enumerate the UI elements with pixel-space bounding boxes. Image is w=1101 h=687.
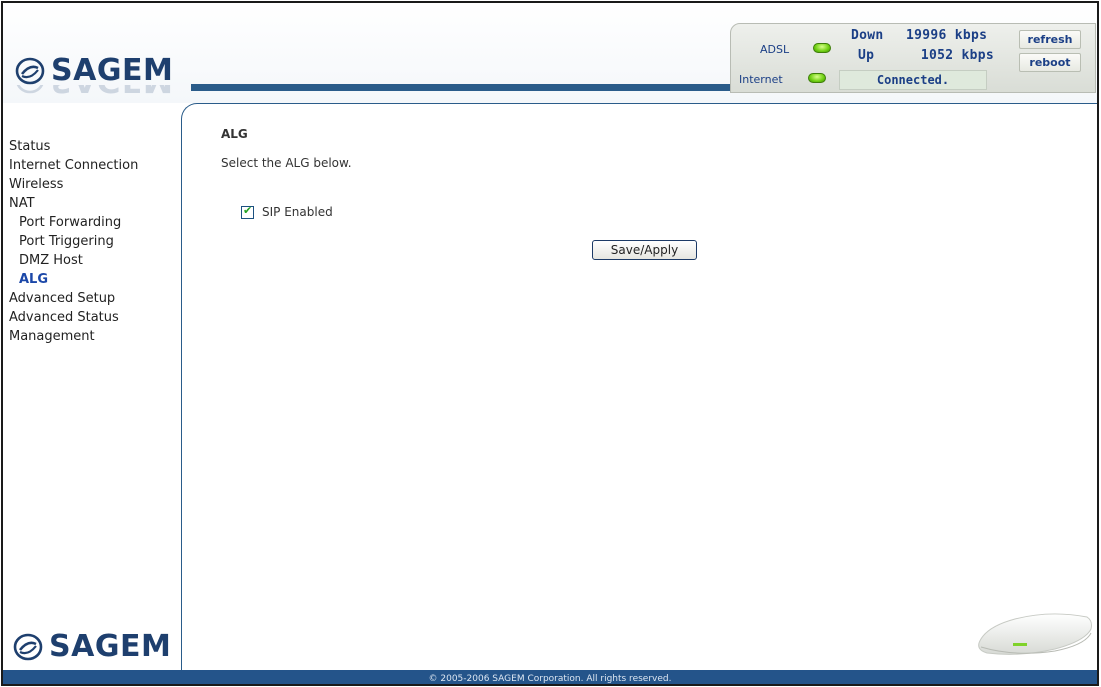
- reboot-button[interactable]: reboot: [1019, 53, 1081, 72]
- brand-logo-bottom: SAGEM: [13, 629, 171, 664]
- brand-logo: SAGEM: [15, 53, 173, 88]
- sagem-logo-bottom-icon: [13, 633, 43, 660]
- logo-reflection: SAGEM: [15, 85, 185, 99]
- sagem-logo-icon: [15, 57, 45, 84]
- sidebar: Status Internet Connection Wireless NAT …: [3, 103, 181, 670]
- sagem-logo-reflection-icon: [15, 85, 45, 94]
- footer: © 2005-2006 SAGEM Corporation. All right…: [3, 670, 1097, 684]
- refresh-button[interactable]: refresh: [1019, 30, 1081, 49]
- internet-led-icon: [808, 73, 826, 83]
- router-device-icon: [978, 613, 1092, 655]
- brand-name-reflection: SAGEM: [51, 85, 173, 98]
- sidebar-item-port-triggering[interactable]: Port Triggering: [3, 232, 138, 251]
- sidebar-item-management[interactable]: Management: [3, 327, 138, 346]
- sip-enabled-label: SIP Enabled: [262, 205, 333, 219]
- sidebar-item-advanced-status[interactable]: Advanced Status: [3, 308, 138, 327]
- up-value: 1052 kbps: [920, 48, 994, 63]
- adsl-led-icon: [813, 43, 831, 53]
- sidebar-item-nat[interactable]: NAT: [3, 194, 138, 213]
- header: SAGEM SAGEM ADSL Internet Down 19996 kbp…: [3, 3, 1097, 103]
- brand-name: SAGEM: [51, 53, 174, 88]
- main-content: ALG Select the ALG below. SIP Enabled Sa…: [181, 103, 1097, 670]
- down-label: Down: [851, 28, 884, 43]
- connection-state: Connected.: [839, 70, 987, 90]
- sidebar-nav: Status Internet Connection Wireless NAT …: [3, 137, 138, 346]
- page-description: Select the ALG below.: [221, 156, 352, 170]
- sip-enabled-checkbox[interactable]: [241, 204, 254, 219]
- internet-label: Internet: [739, 73, 783, 86]
- adsl-label: ADSL: [760, 43, 790, 56]
- sidebar-item-port-forwarding[interactable]: Port Forwarding: [3, 213, 138, 232]
- up-label: Up: [858, 48, 875, 63]
- header-divider: [191, 84, 741, 91]
- sidebar-item-advanced-setup[interactable]: Advanced Setup: [3, 289, 138, 308]
- save-apply-button[interactable]: Save/Apply: [592, 240, 697, 260]
- app-frame: SAGEM SAGEM ADSL Internet Down 19996 kbp…: [1, 1, 1099, 686]
- page-title: ALG: [221, 127, 248, 141]
- down-value: 19996 kbps: [906, 28, 988, 43]
- sidebar-item-dmz-host[interactable]: DMZ Host: [3, 251, 138, 270]
- sidebar-item-alg[interactable]: ALG: [3, 270, 138, 289]
- sip-option: SIP Enabled: [241, 204, 333, 219]
- sidebar-item-status[interactable]: Status: [3, 137, 138, 156]
- connection-status-panel: ADSL Internet Down 19996 kbps Up 1052 kb…: [730, 23, 1096, 93]
- brand-name-bottom: SAGEM: [49, 629, 172, 664]
- sidebar-item-internet-connection[interactable]: Internet Connection: [3, 156, 138, 175]
- sidebar-item-wireless[interactable]: Wireless: [3, 175, 138, 194]
